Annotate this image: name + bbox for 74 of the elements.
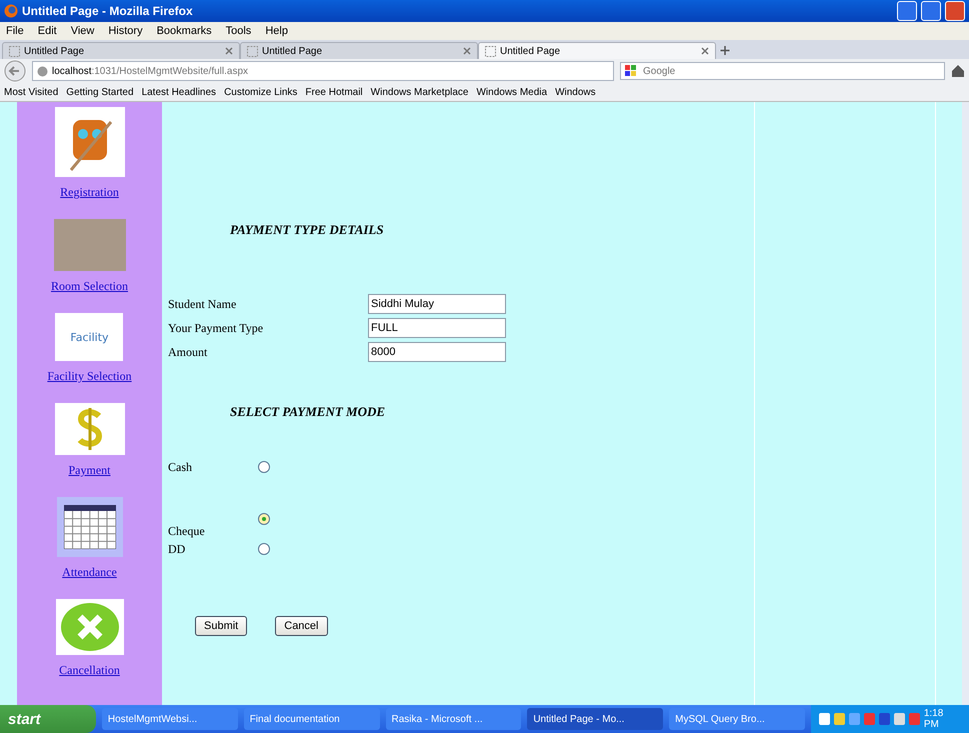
page-icon: [247, 46, 258, 56]
taskbar-item[interactable]: MySQL Query Bro...: [669, 708, 805, 730]
globe-icon: [37, 66, 48, 76]
browser-tab[interactable]: Untitled Page: [240, 42, 478, 59]
bookmark-link[interactable]: Windows: [555, 86, 596, 98]
back-icon[interactable]: [4, 60, 26, 82]
room-photo: [54, 219, 126, 271]
bookmark-link[interactable]: Free Hotmail: [305, 86, 363, 98]
taskbar-item[interactable]: Untitled Page - Mo...: [527, 708, 664, 730]
menu-item[interactable]: Edit: [38, 25, 57, 37]
window-title: Untitled Page - Mozilla Firefox: [22, 4, 194, 18]
bookmark-link[interactable]: Getting Started: [66, 86, 134, 98]
input-field[interactable]: 8000: [368, 342, 506, 362]
input-field[interactable]: Siddhi Mulay: [368, 294, 506, 314]
dollar-icon: [54, 403, 124, 455]
radio-button[interactable]: [258, 513, 270, 525]
close-button[interactable]: [945, 1, 965, 21]
section-heading: PAYMENT TYPE DETAILS: [230, 222, 385, 238]
cancel-icon: [56, 599, 124, 655]
radio-button[interactable]: [258, 461, 270, 473]
page-icon: [485, 46, 496, 56]
bookmark-link[interactable]: Most Visited: [4, 86, 58, 98]
option-label: DD: [168, 542, 186, 556]
tray-icon[interactable]: [878, 713, 890, 725]
sidebar-link[interactable]: Room Selection: [51, 279, 128, 294]
maximize-button[interactable]: [921, 1, 941, 21]
search-field[interactable]: Google: [620, 62, 945, 80]
input-field[interactable]: FULL: [368, 318, 506, 338]
clock: 1:18 PM: [924, 708, 944, 730]
field-label: Amount: [168, 344, 208, 360]
owl-picture: [54, 107, 124, 177]
taskbar-item[interactable]: Final documentation: [244, 708, 380, 730]
menu-item[interactable]: Help: [265, 25, 288, 37]
menu-item[interactable]: Bookmarks: [156, 25, 212, 37]
sidebar-link[interactable]: Cancellation: [59, 663, 120, 678]
search-engine-icon[interactable]: [624, 64, 638, 78]
bookmark-link[interactable]: Windows Marketplace: [370, 86, 468, 98]
menu-item[interactable]: File: [6, 25, 24, 37]
close-icon[interactable]: [463, 47, 471, 55]
minimize-button[interactable]: [897, 1, 917, 21]
sidebar-link[interactable]: Attendance: [62, 565, 117, 580]
sidebar-link[interactable]: Registration: [60, 185, 119, 200]
form-button[interactable]: Submit: [195, 616, 248, 636]
close-icon[interactable]: [701, 47, 709, 55]
taskbar-item[interactable]: Rasika - Microsoft ...: [386, 708, 522, 730]
option-label: Cheque: [168, 524, 206, 539]
sidebar-link[interactable]: Payment: [68, 463, 110, 478]
home-icon[interactable]: [951, 64, 965, 78]
section-heading: SELECT PAYMENT MODE: [230, 404, 386, 420]
address-field[interactable]: localhost:1031/HostelMgmtWebsite/full.aspx: [32, 61, 614, 81]
page-icon: [9, 46, 20, 56]
form-button[interactable]: Cancel: [275, 616, 328, 636]
browser-tab[interactable]: Untitled Page: [2, 42, 240, 59]
menu-item[interactable]: Tools: [226, 25, 252, 37]
option-label: Cash: [168, 460, 193, 474]
url-text: localhost:1031/HostelMgmtWebsite/full.aspx: [52, 66, 248, 76]
close-icon[interactable]: [225, 47, 233, 55]
field-label: Your Payment Type: [168, 320, 264, 336]
menu-item[interactable]: History: [108, 25, 143, 37]
start-button[interactable]: start: [0, 705, 96, 733]
bookmark-link[interactable]: Windows Media: [476, 86, 548, 98]
browser-tab[interactable]: Untitled Page: [478, 42, 716, 59]
taskbar-item[interactable]: HostelMgmtWebsi...: [102, 708, 238, 730]
field-label: Student Name: [168, 296, 238, 312]
facility-logo: Facility: [55, 313, 124, 361]
menu-item[interactable]: View: [70, 25, 94, 37]
radio-button[interactable]: [258, 543, 270, 555]
tray-icon[interactable]: [818, 713, 830, 725]
tray-icon[interactable]: [834, 713, 845, 725]
calendar-icon: [56, 497, 122, 557]
bookmark-link[interactable]: Customize Links: [224, 86, 298, 98]
tray-icon[interactable]: [894, 713, 905, 725]
sidebar-link[interactable]: Facility Selection: [47, 369, 132, 384]
bookmark-link[interactable]: Latest Headlines: [142, 86, 216, 98]
